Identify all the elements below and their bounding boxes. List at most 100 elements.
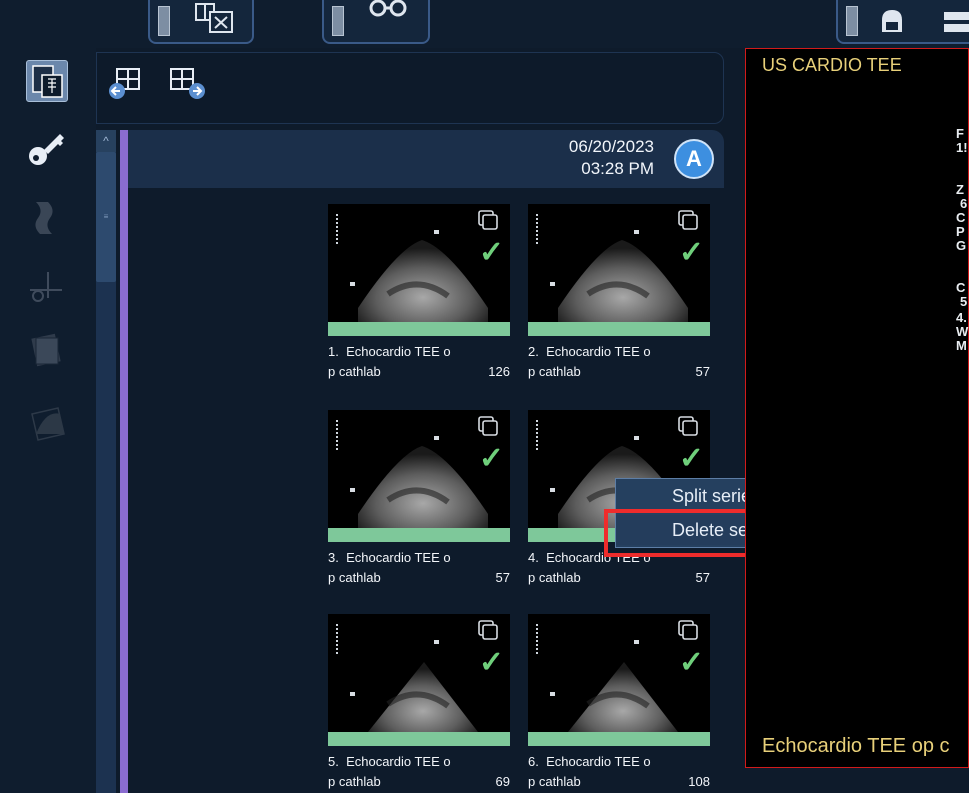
series-image-count: 126: [488, 364, 510, 379]
film-tool: [26, 198, 66, 238]
image-stack-tool: [26, 330, 66, 370]
study-badge: A: [674, 139, 714, 179]
series-title-cont: p cathlab: [328, 774, 381, 789]
overlay-glyph: Z: [956, 182, 964, 197]
marker-dot: [634, 436, 639, 440]
scale-marks: [536, 214, 542, 244]
scissors-icon: [30, 272, 62, 302]
overlay-glyph: P: [956, 224, 965, 239]
grid-prev-icon[interactable]: [107, 65, 147, 101]
scroll-grip-icon: ≡: [103, 212, 109, 221]
multiframe-stack-icon: [678, 416, 698, 436]
thumbnail-status-bar: [528, 732, 710, 746]
scale-marks: [336, 214, 342, 244]
glasses-icon: [369, 0, 407, 17]
series-caption: 5. Echocardio TEE o p cathlab 69: [328, 752, 514, 792]
close-layout-button[interactable]: [148, 0, 254, 44]
overlay-glyph: F: [956, 126, 964, 141]
left-toolbar: [0, 48, 96, 793]
grid-next-icon[interactable]: [167, 65, 213, 101]
multiframe-stack-icon: [678, 210, 698, 230]
cube-icon: [31, 407, 65, 441]
thumbnail-status-bar: [328, 732, 510, 746]
series-thumbnail[interactable]: ✓: [528, 614, 710, 746]
scale-marks: [336, 420, 342, 450]
series-title: 1. Echocardio TEE o: [328, 344, 451, 359]
viewer-modality-title: US CARDIO TEE: [762, 55, 902, 75]
thumbnail-status-bar: [528, 322, 710, 336]
series-title-cont: p cathlab: [528, 364, 581, 379]
scale-marks: [336, 624, 342, 654]
layout-close-icon: [195, 3, 233, 33]
image-view-tool[interactable]: [26, 60, 68, 102]
marker-dot: [434, 436, 439, 440]
marker-dot: [550, 488, 555, 492]
series-image-count: 57: [495, 570, 510, 585]
overlay-glyph: 1!: [956, 140, 968, 155]
toolbar-right-button[interactable]: [836, 0, 969, 44]
series-caption: 6. Echocardio TEE o p cathlab 108: [528, 752, 714, 792]
marker-dot: [350, 282, 355, 286]
glasses-button[interactable]: [322, 0, 430, 44]
series-caption: 2. Echocardio TEE o p cathlab 57: [528, 342, 714, 382]
study-date: 06/20/2023: [568, 137, 654, 156]
key-tool[interactable]: [26, 128, 66, 168]
series-title-cont: p cathlab: [328, 364, 381, 379]
top-toolbar: [0, 0, 969, 48]
checkmark-icon: ✓: [678, 646, 704, 679]
scale-marks: [536, 624, 542, 654]
thumbnail-status-bar: [328, 322, 510, 336]
key-icon: [29, 134, 64, 165]
3d-volume-tool: [28, 404, 68, 444]
study-header[interactable]: 06/20/2023 03:28 PM A: [128, 130, 724, 188]
multiframe-stack-icon: [678, 620, 698, 640]
multiframe-stack-icon: [478, 416, 498, 436]
marker-dot: [550, 282, 555, 286]
multiframe-stack-icon: [478, 210, 498, 230]
series-caption: 1. Echocardio TEE o p cathlab 126: [328, 342, 514, 382]
series-title: 6. Echocardio TEE o: [528, 754, 651, 769]
scroll-up-button[interactable]: ^: [96, 130, 116, 152]
marker-dot: [350, 692, 355, 696]
overlay-glyph: G: [956, 238, 967, 253]
image-stack-icon: [31, 333, 61, 367]
marker-dot: [434, 640, 439, 644]
series-thumbnail[interactable]: ✓: [328, 410, 510, 542]
scissors-tool: [26, 266, 66, 306]
overlay-glyph: 6: [960, 196, 968, 211]
series-image-count: 57: [695, 364, 710, 379]
series-caption: 3. Echocardio TEE o p cathlab 57: [328, 548, 514, 588]
overlay-glyph: C: [956, 280, 966, 295]
checkmark-icon: ✓: [478, 236, 504, 269]
study-datetime: 06/20/2023 03:28 PM: [569, 136, 654, 180]
checkmark-icon: ✓: [678, 442, 704, 475]
marker-dot: [350, 488, 355, 492]
xray-layout-icon: [32, 65, 63, 98]
series-title-cont: p cathlab: [328, 570, 381, 585]
series-thumbnail[interactable]: ✓: [328, 204, 510, 336]
checkmark-icon: ✓: [678, 236, 704, 269]
marker-dot: [550, 692, 555, 696]
tray-icon: [944, 12, 969, 32]
checkmark-icon: ✓: [478, 442, 504, 475]
series-thumbnail[interactable]: ✓: [328, 614, 510, 746]
series-title: 5. Echocardio TEE o: [328, 754, 451, 769]
series-image-count: 69: [495, 774, 510, 789]
series-title: 2. Echocardio TEE o: [528, 344, 651, 359]
overlay-glyph: 4.: [956, 310, 967, 325]
series-title: 3. Echocardio TEE o: [328, 550, 451, 565]
overlay-glyph: C: [956, 210, 966, 225]
series-title-cont: p cathlab: [528, 774, 581, 789]
overlay-glyph: W: [956, 324, 969, 339]
series-image-count: 108: [688, 774, 710, 789]
multiframe-stack-icon: [478, 620, 498, 640]
study-time: 03:28 PM: [581, 159, 654, 178]
series-thumbnail[interactable]: ✓: [528, 204, 710, 336]
study-color-bar: [120, 130, 128, 793]
overlay-glyph: M: [956, 338, 967, 353]
image-viewer[interactable]: US CARDIO TEE F 1! Z 6 C P G C 5 4. W M Echocardio …: [745, 48, 969, 768]
film-strip-icon: [35, 202, 53, 234]
series-image-count: 57: [695, 570, 710, 585]
viewer-series-label: Echocardio TEE op c: [762, 735, 950, 757]
marker-dot: [434, 230, 439, 234]
